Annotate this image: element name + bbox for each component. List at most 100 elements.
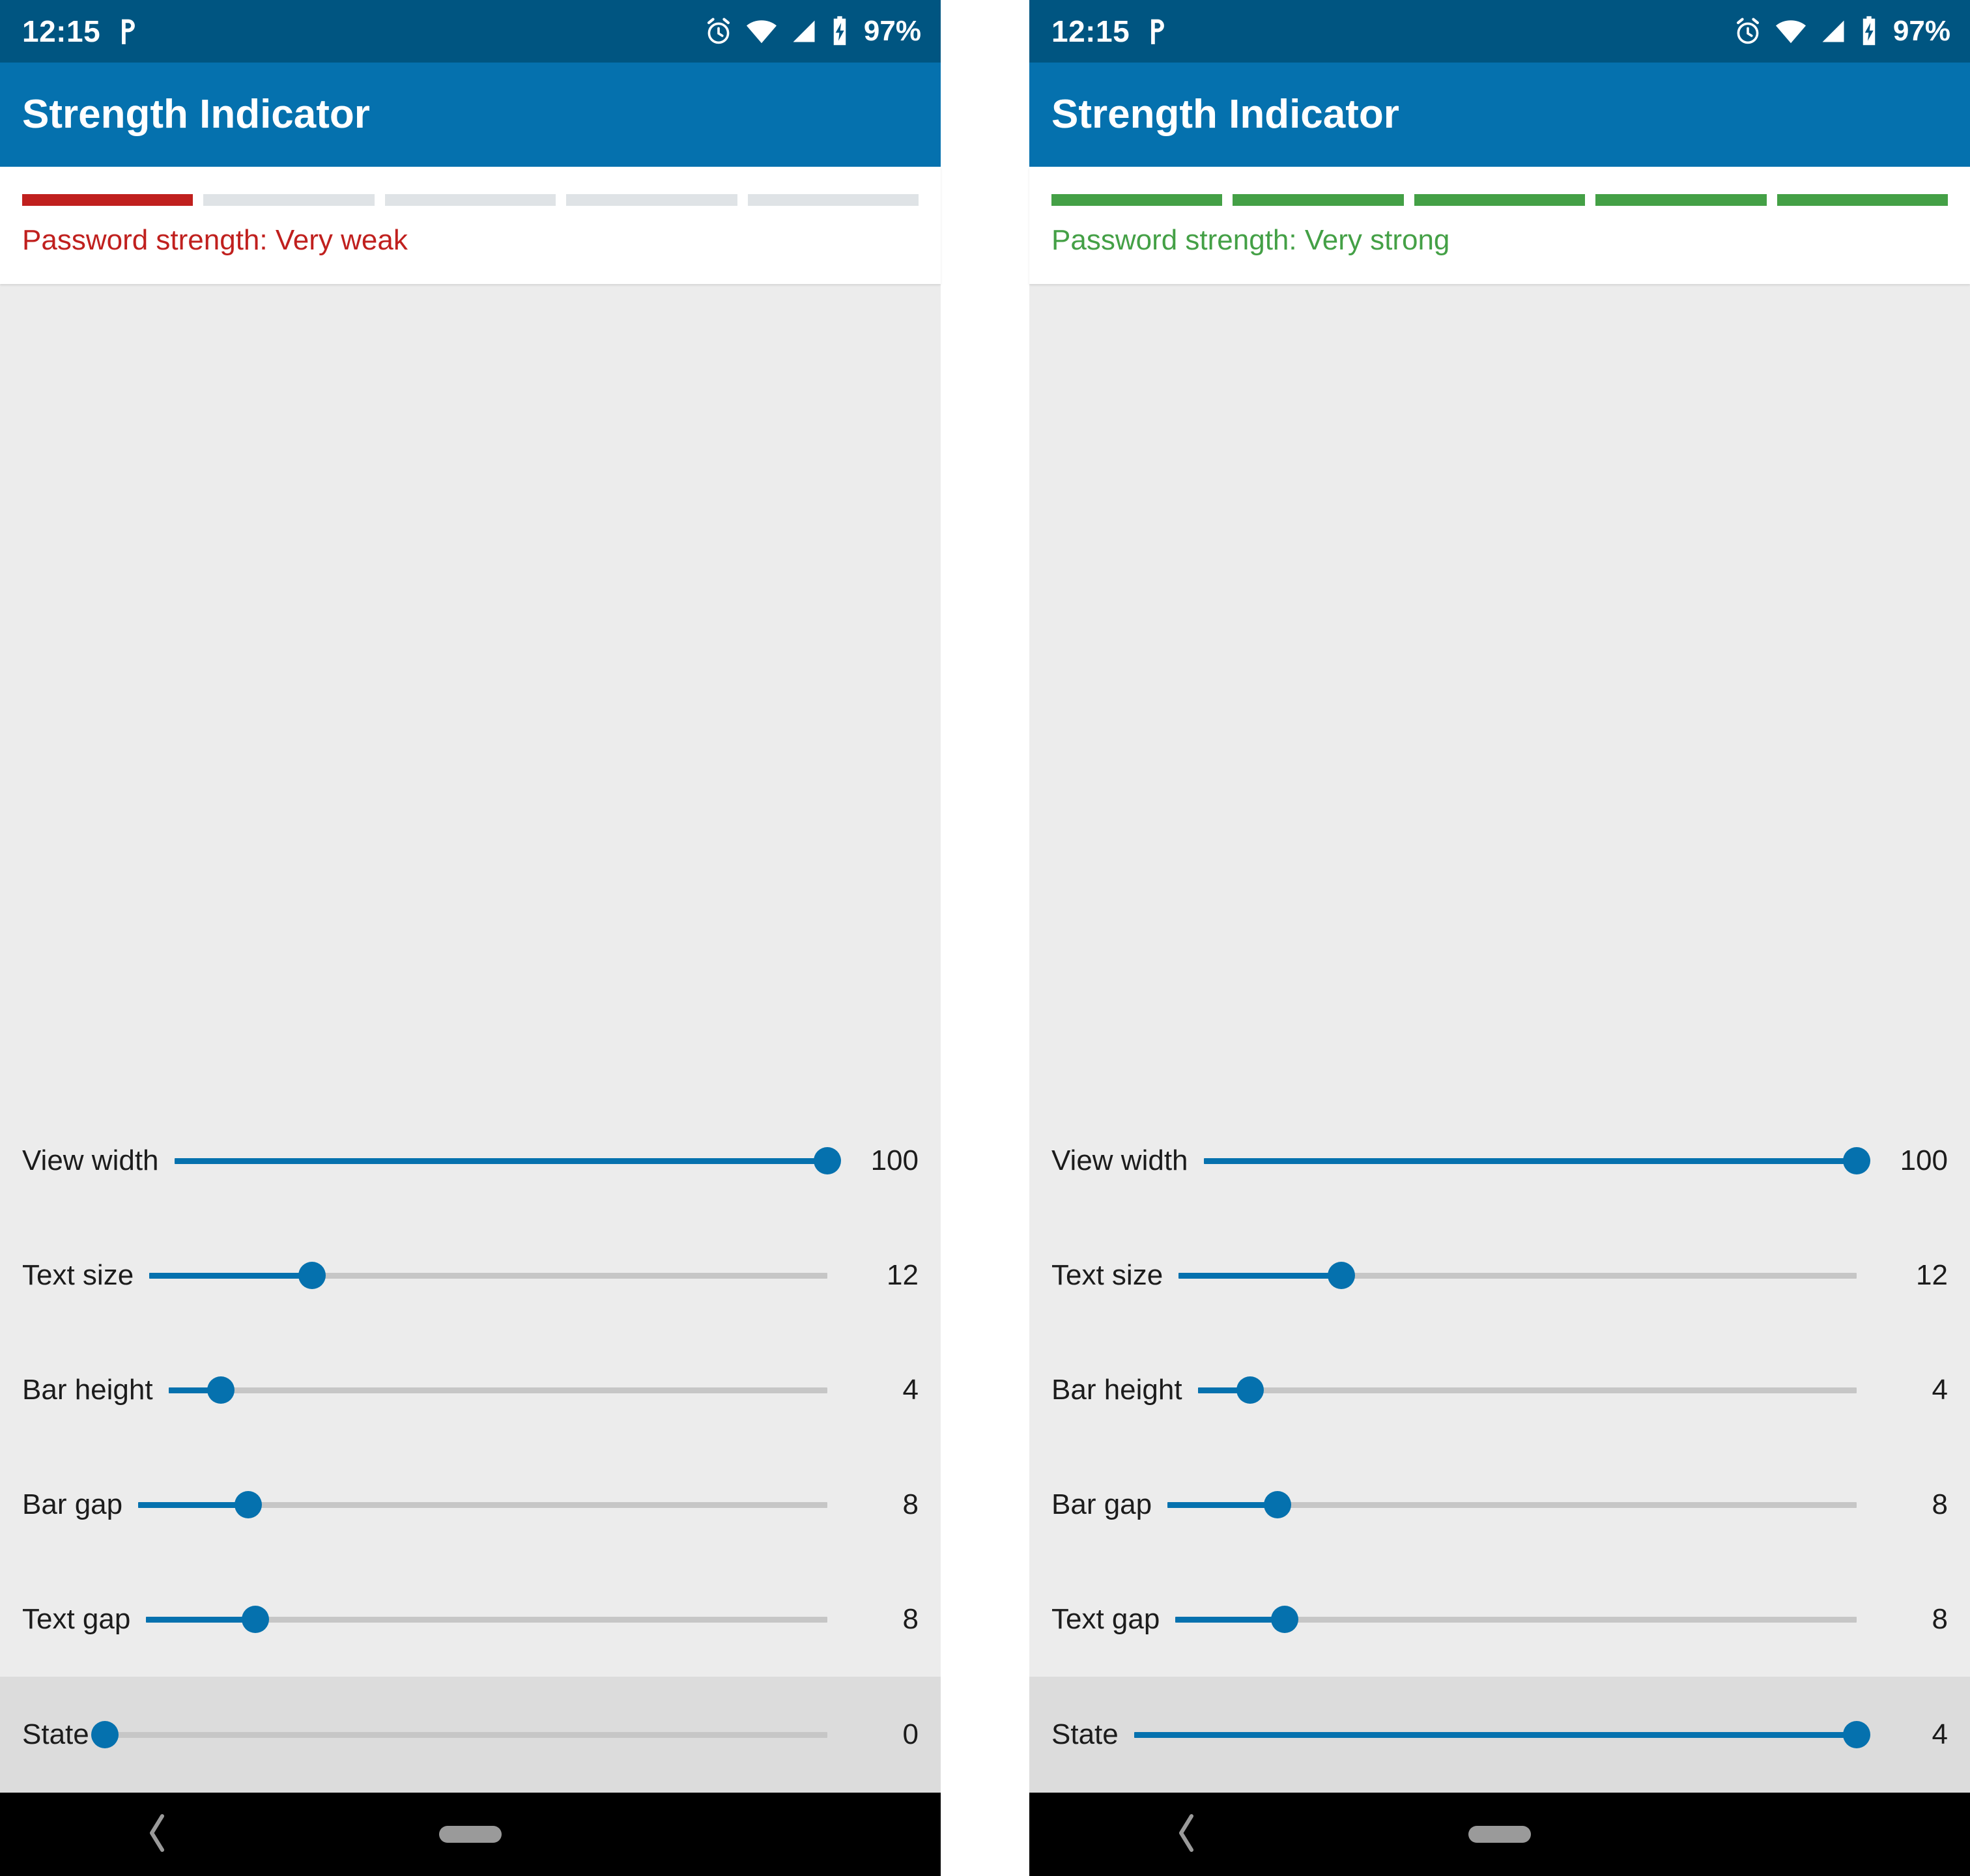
strength-bar-group	[22, 194, 919, 206]
slider-state[interactable]	[91, 1715, 827, 1754]
slider-thumb[interactable]	[1270, 1606, 1298, 1633]
home-pill-icon[interactable]	[1468, 1826, 1531, 1843]
app-title: Strength Indicator	[1051, 92, 1399, 137]
slider-label-text-gap: Text gap	[1051, 1603, 1160, 1635]
back-chevron-icon	[144, 1812, 170, 1857]
slider-text-size[interactable]	[149, 1256, 827, 1295]
slider-bar-gap[interactable]	[138, 1485, 827, 1524]
slider-row-text-size[interactable]: Text size 12	[1029, 1218, 1970, 1333]
strength-bar-segment-1	[22, 194, 193, 206]
status-bar-left: 12:15	[1051, 16, 1169, 46]
alarm-icon	[704, 16, 734, 46]
slider-value-text-gap: 8	[1932, 1603, 1948, 1635]
strength-bar-group	[1051, 194, 1949, 206]
slider-bar-height[interactable]	[1197, 1371, 1857, 1410]
status-clock: 12:15	[1051, 14, 1130, 48]
slider-thumb[interactable]	[298, 1262, 326, 1289]
wifi-icon	[1775, 16, 1807, 46]
slider-track-fill	[1134, 1731, 1857, 1738]
slider-label-bar-gap: Bar gap	[1051, 1488, 1152, 1520]
slider-row-state[interactable]: State 4	[1029, 1677, 1970, 1793]
slider-thumb[interactable]	[1264, 1491, 1292, 1518]
slider-track-fill	[146, 1616, 255, 1623]
p-icon	[117, 17, 139, 46]
slider-label-state: State	[22, 1718, 89, 1750]
back-button[interactable]	[1029, 1812, 1343, 1857]
slider-thumb[interactable]	[91, 1721, 119, 1748]
slider-track	[1197, 1387, 1857, 1393]
slider-row-state[interactable]: State 0	[0, 1677, 941, 1793]
slider-track-fill	[1178, 1272, 1341, 1279]
slider-row-bar-height[interactable]: Bar height 4	[1029, 1333, 1970, 1447]
slider-list: View width 100 Text size 12 Bar height 4…	[1029, 1103, 1970, 1793]
strength-bar-segment-1	[1051, 194, 1223, 206]
slider-text-gap[interactable]	[1175, 1600, 1857, 1639]
slider-row-bar-gap[interactable]: Bar gap 8	[0, 1447, 941, 1562]
alarm-icon	[1733, 16, 1763, 46]
slider-value-bar-gap: 8	[1932, 1488, 1948, 1520]
status-bar-right: 97%	[704, 16, 921, 47]
slider-thumb[interactable]	[235, 1491, 263, 1518]
slider-label-bar-gap: Bar gap	[22, 1488, 123, 1520]
slider-value-view-width: 100	[870, 1144, 919, 1176]
strength-bar-segment-3	[384, 194, 556, 206]
slider-value-text-size: 12	[887, 1259, 919, 1291]
slider-row-bar-gap[interactable]: Bar gap 8	[1029, 1447, 1970, 1562]
slider-value-bar-height: 4	[1932, 1374, 1948, 1406]
status-bar: 12:15 97%	[1029, 0, 1970, 63]
strength-bar-segment-2	[1233, 194, 1404, 206]
app-bar: Strength Indicator	[1029, 63, 1970, 167]
slider-value-state: 4	[1932, 1718, 1948, 1750]
status-clock: 12:15	[22, 14, 101, 48]
slider-track-fill	[1167, 1501, 1278, 1508]
slider-state[interactable]	[1134, 1715, 1870, 1754]
slider-thumb[interactable]	[1843, 1147, 1870, 1174]
slider-label-view-width: View width	[1051, 1144, 1188, 1176]
slider-track	[104, 1731, 827, 1738]
cellular-icon	[790, 16, 818, 46]
password-strength-card: Password strength: Very strong	[1029, 167, 1970, 285]
slider-track-fill	[138, 1501, 249, 1508]
phone-screen-right: 12:15 97% Strength Indicator Password st…	[1029, 0, 1970, 1876]
dual-screenshot-container: 12:15 97% Strength Indicator Password st…	[0, 0, 1970, 1876]
slider-view-width[interactable]	[1203, 1141, 1870, 1180]
slider-value-view-width: 100	[1900, 1144, 1948, 1176]
slider-label-view-width: View width	[22, 1144, 159, 1176]
strength-bar-segment-5	[747, 194, 919, 206]
slider-view-width[interactable]	[174, 1141, 841, 1180]
strength-label: Password strength: Very strong	[1051, 224, 1450, 256]
slider-row-view-width[interactable]: View width 100	[1029, 1103, 1970, 1218]
slider-value-bar-height: 4	[902, 1374, 919, 1406]
slider-row-text-size[interactable]: Text size 12	[0, 1218, 941, 1333]
slider-thumb[interactable]	[241, 1606, 269, 1633]
slider-thumb[interactable]	[207, 1376, 235, 1404]
slider-thumb[interactable]	[1236, 1376, 1264, 1404]
slider-label-text-size: Text size	[1051, 1259, 1163, 1291]
slider-row-bar-height[interactable]: Bar height 4	[0, 1333, 941, 1447]
back-button[interactable]	[0, 1812, 313, 1857]
slider-thumb[interactable]	[1327, 1262, 1355, 1289]
slider-value-bar-gap: 8	[902, 1488, 919, 1520]
slider-row-text-gap[interactable]: Text gap 8	[0, 1562, 941, 1677]
slider-label-bar-height: Bar height	[22, 1374, 153, 1406]
slider-row-text-gap[interactable]: Text gap 8	[1029, 1562, 1970, 1677]
battery-charging-icon	[830, 16, 849, 47]
slider-list: View width 100 Text size 12 Bar height 4…	[0, 1103, 941, 1793]
slider-label-text-gap: Text gap	[22, 1603, 131, 1635]
slider-thumb[interactable]	[1843, 1721, 1870, 1748]
slider-label-text-size: Text size	[22, 1259, 134, 1291]
slider-bar-height[interactable]	[168, 1371, 827, 1410]
slider-track-fill	[174, 1158, 827, 1164]
slider-row-view-width[interactable]: View width 100	[0, 1103, 941, 1218]
slider-bar-gap[interactable]	[1167, 1485, 1857, 1524]
app-title: Strength Indicator	[22, 92, 370, 137]
password-strength-card: Password strength: Very weak	[0, 167, 941, 285]
slider-text-size[interactable]	[1178, 1256, 1857, 1295]
slider-thumb[interactable]	[814, 1147, 841, 1174]
phone-screen-left: 12:15 97% Strength Indicator Password st…	[0, 0, 941, 1876]
settings-panel: View width 100 Text size 12 Bar height 4…	[1029, 284, 1970, 1793]
slider-text-gap[interactable]	[146, 1600, 827, 1639]
strength-label: Password strength: Very weak	[22, 224, 408, 256]
strength-bar-segment-4	[1595, 194, 1767, 206]
home-pill-icon[interactable]	[439, 1826, 502, 1843]
